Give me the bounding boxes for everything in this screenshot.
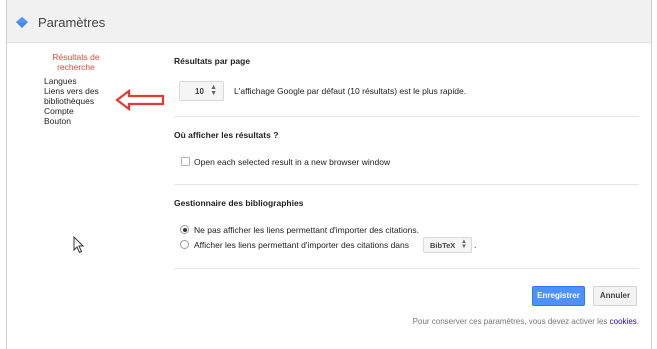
- stepper-value: 10: [195, 87, 204, 96]
- citation-format-value: BibTeX: [430, 241, 456, 250]
- settings-window: Paramètres Résultats de recherche Langue…: [6, 0, 652, 349]
- header: Paramètres: [7, 0, 651, 43]
- sidebar-item-library-links[interactable]: Liens vers des bibliothèques: [44, 86, 119, 106]
- sidebar-item-label: Bouton: [44, 116, 71, 126]
- new-window-checkbox[interactable]: [181, 157, 190, 166]
- citation-trailing-period: .: [474, 240, 477, 250]
- sidebar-item-label: Liens vers des bibliothèques: [44, 86, 99, 106]
- save-button[interactable]: Enregistrer: [532, 286, 585, 306]
- citation-format-select[interactable]: BibTeX ▲ ▼: [423, 237, 472, 253]
- results-per-page-description: L'affichage Google par défaut (10 résult…: [234, 86, 467, 96]
- sidebar-item-button[interactable]: Bouton: [44, 116, 144, 126]
- chevron-updown-icon: ▲ ▼: [461, 239, 467, 250]
- sidebar-item-label: Langues: [44, 76, 77, 86]
- divider: [174, 116, 639, 117]
- results-per-page-heading: Résultats par page: [174, 56, 251, 66]
- cancel-button[interactable]: Annuler: [593, 286, 637, 306]
- results-per-page-stepper[interactable]: 10 ▲ ▼: [179, 81, 224, 101]
- mouse-cursor-icon: [73, 236, 85, 254]
- cookies-link[interactable]: cookies: [610, 317, 637, 326]
- blue-diamond-icon: [16, 17, 28, 28]
- sidebar-item-label: Résultats de recherche: [52, 52, 100, 72]
- sidebar-item-label: Compte: [44, 106, 74, 116]
- bibliography-heading: Gestionnaire des bibliographies: [174, 198, 304, 208]
- show-citation-links-radio[interactable]: [180, 240, 189, 249]
- sidebar-item-search-results[interactable]: Résultats de recherche: [46, 52, 106, 72]
- new-window-checkbox-label[interactable]: Open each selected result in a new brows…: [194, 157, 390, 167]
- red-arrow-annotation: [115, 89, 165, 111]
- cookie-note-end: .: [636, 317, 639, 326]
- divider: [174, 268, 639, 269]
- cookie-note-text: Pour conserver ces paramètres, vous deve…: [412, 317, 608, 326]
- show-citation-links-label[interactable]: Afficher les liens permettant d'importer…: [194, 240, 409, 250]
- sidebar-item-languages[interactable]: Langues: [44, 76, 144, 86]
- stepper-arrows-icon[interactable]: ▲ ▼: [210, 84, 217, 97]
- no-citation-links-radio[interactable]: [180, 225, 189, 234]
- where-heading: Où afficher les résultats ?: [174, 130, 279, 140]
- page-title: Paramètres: [38, 15, 106, 30]
- no-citation-links-label[interactable]: Ne pas afficher les liens permettant d'i…: [194, 225, 419, 235]
- cookie-note: Pour conserver ces paramètres, vous deve…: [413, 317, 639, 326]
- divider: [174, 184, 639, 185]
